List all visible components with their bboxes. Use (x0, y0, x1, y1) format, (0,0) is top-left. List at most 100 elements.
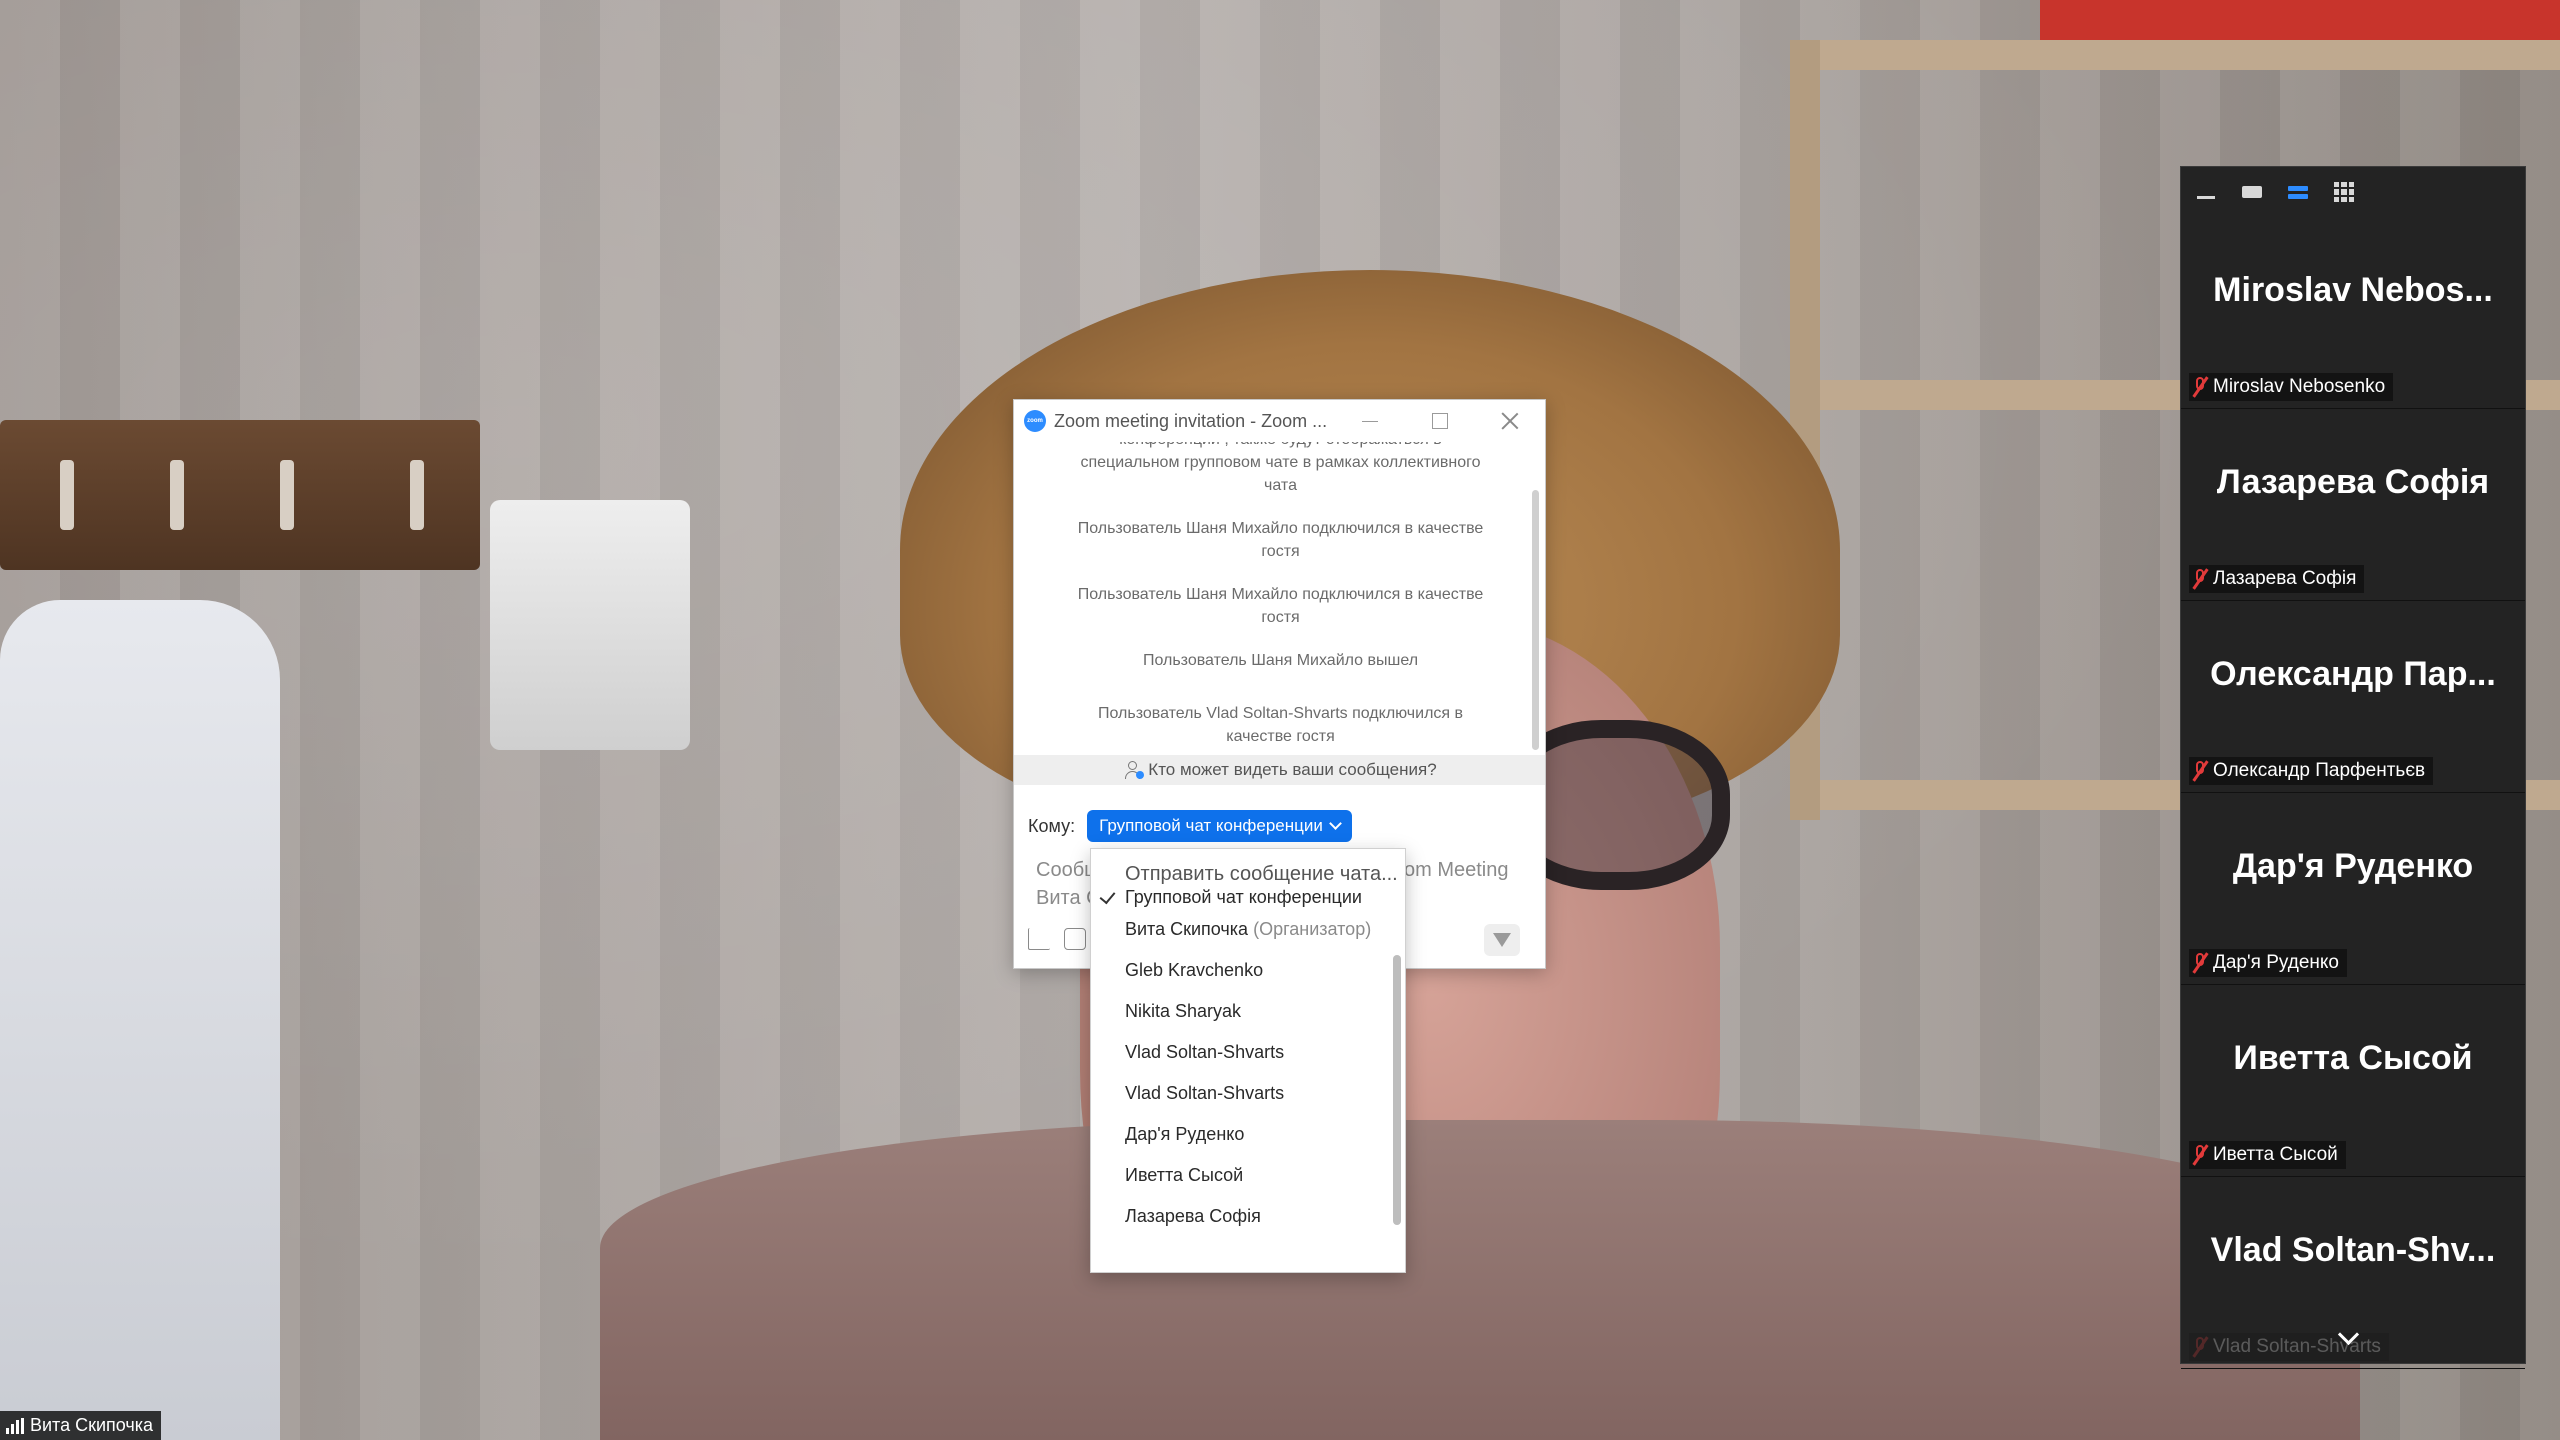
self-view-label: Вита Скипочка (0, 1411, 162, 1440)
participant-strip[interactable]: Miroslav Nebos... Miroslav Nebosenko Лаз… (2180, 166, 2526, 1369)
chevron-down-icon (1328, 817, 1342, 830)
muted-mic-icon (2192, 760, 2209, 782)
participant-tile-name: Лазарева Софія (2216, 463, 2490, 501)
send-button[interactable] (1484, 924, 1520, 956)
white-coat (0, 600, 280, 1440)
muted-mic-icon (2192, 376, 2209, 398)
chat-titlebar[interactable]: zoom Zoom meeting invitation - Zoom ... (1014, 400, 1545, 442)
dropdown-item-label: Групповой чат конференции (1125, 887, 1362, 907)
filmstrip-icon (2242, 186, 2262, 198)
muted-mic-icon (2192, 952, 2209, 974)
maximize-button[interactable] (1405, 400, 1475, 442)
participant-name-label: Miroslav Nebosenko (2189, 373, 2394, 401)
dropdown-item-group-chat[interactable]: Групповой чат конференции (1091, 887, 1405, 909)
hook (60, 460, 74, 530)
dropdown-list[interactable]: Групповой чат конференции Вита Скипочка … (1091, 887, 1405, 1237)
system-message: Пользователь Шаня Михайло вышел (1142, 652, 1419, 669)
dropdown-item[interactable]: Vlad Soltan-Shvarts (1091, 1073, 1405, 1114)
muted-mic-icon (2192, 568, 2209, 590)
dropdown-item-label: Vlad Soltan-Shvarts (1125, 1083, 1285, 1103)
participant-name-label: Лазарева Софія (2189, 565, 2365, 593)
speaker-view-icon (2288, 185, 2308, 199)
participant-tile[interactable]: Лазарева Софія Лазарева Софія (2181, 409, 2525, 601)
participant-label-text: Иветта Сысой (2213, 1144, 2338, 1165)
gallery-view-button[interactable] (2333, 181, 2355, 203)
window-controls (1335, 400, 1545, 442)
dropdown-item-label: Nikita Sharyak (1125, 1001, 1242, 1021)
recipient-dropdown[interactable]: Отправить сообщение чата... Групповой ча… (1090, 848, 1406, 1273)
chat-scrollbar[interactable] (1532, 490, 1539, 750)
hook (410, 460, 424, 530)
who-can-see-text: Кто может видеть ваши сообщения? (1148, 760, 1437, 779)
recipient-select[interactable]: Групповой чат конференции (1087, 810, 1352, 842)
participant-label-text: Miroslav Nebosenko (2213, 376, 2386, 397)
system-message: конференции , также будут отображаться в… (1080, 442, 1481, 494)
role-badge: (Организатор) (1253, 919, 1372, 939)
person-icon (1124, 761, 1145, 779)
format-icon[interactable] (1028, 928, 1050, 950)
jacket (600, 1120, 2360, 1440)
dropdown-item[interactable]: Лазарева Софія (1091, 1196, 1405, 1237)
hide-video-button[interactable] (2195, 181, 2217, 203)
dropdown-item[interactable]: Nikita Sharyak (1091, 991, 1405, 1032)
check-icon (1099, 887, 1116, 905)
minimize-button[interactable] (1335, 400, 1405, 442)
system-message: Пользователь Vlad Soltan-Shvarts подключ… (1097, 705, 1464, 745)
participant-name-label: Иветта Сысой (2189, 1141, 2346, 1169)
dropdown-item-label: Gleb Kravchenko (1125, 960, 1264, 980)
system-message: Пользователь Шаня Михайло подключился в … (1077, 520, 1484, 560)
participant-tile[interactable]: Олександр Пар... Олександр Парфентьєв (2181, 601, 2525, 793)
coat-hook-rack (0, 420, 480, 570)
dropdown-item-label: Дар'я Руденко (1125, 1124, 1245, 1144)
participant-label-text: Дар'я Руденко (2213, 952, 2339, 973)
chat-message-list[interactable]: конференции , также будут отображаться в… (1014, 442, 1545, 754)
participant-tile-name: Дар'я Руденко (2232, 847, 2474, 885)
participant-tile-name: Miroslav Nebos... (2213, 271, 2493, 309)
dropdown-item-label: Vlad Soltan-Shvarts (1125, 1042, 1285, 1062)
wall-cabinet (490, 500, 690, 750)
participant-tile[interactable]: Дар'я Руденко Дар'я Руденко (2181, 793, 2525, 985)
participant-tile-name: Иветта Сысой (2233, 1039, 2473, 1077)
chat-window-title: Zoom meeting invitation - Zoom ... (1054, 410, 1328, 431)
dropdown-item[interactable]: Вита Скипочка (Организатор) (1091, 909, 1405, 950)
chevron-down-icon[interactable] (2337, 1327, 2359, 1349)
maximize-icon (1432, 413, 1448, 429)
muted-mic-icon (2192, 1336, 2209, 1358)
participant-tile-name: Vlad Soltan-Shv... (2210, 1231, 2496, 1269)
close-button[interactable] (1475, 400, 1545, 442)
self-view-name: Вита Скипочка (30, 1415, 154, 1435)
dropdown-item[interactable]: Иветта Сысой (1091, 1155, 1405, 1196)
dropdown-item-label: Иветта Сысой (1125, 1165, 1244, 1185)
who-can-see-messages[interactable]: Кто может видеть ваши сообщения? (1014, 755, 1545, 785)
participant-name-label: Олександр Парфентьєв (2189, 757, 2434, 785)
recipient-row: Кому: Групповой чат конференции (1028, 810, 1352, 842)
participant-tile[interactable]: Иветта Сысой Иветта Сысой (2181, 985, 2525, 1177)
message-input-tail: om Meeting (1404, 859, 1509, 881)
participant-tile[interactable]: Miroslav Nebos... Miroslav Nebosenko (2181, 217, 2525, 409)
chat-tools (1028, 928, 1086, 950)
recipient-label: Кому: (1028, 815, 1076, 836)
muted-mic-icon (2192, 1144, 2209, 1166)
dropdown-scrollbar[interactable] (1393, 955, 1401, 1225)
participant-label-text: Лазарева Софія (2213, 568, 2357, 589)
participant-label-text: Олександр Парфентьєв (2213, 760, 2426, 781)
hook (170, 460, 184, 530)
dropdown-item-label: Лазарева Софія (1125, 1206, 1261, 1226)
gallery-view-icon (2334, 182, 2354, 202)
dropdown-item[interactable]: Vlad Soltan-Shvarts (1091, 1032, 1405, 1073)
close-icon (1501, 412, 1519, 430)
dropdown-item-label: Вита Скипочка (1125, 919, 1249, 939)
minimize-strip-button[interactable] (2241, 181, 2263, 203)
system-message: Пользователь Шаня Михайло подключился в … (1077, 586, 1484, 626)
dropdown-item[interactable]: Дар'я Руденко (1091, 1114, 1405, 1155)
participant-tile-name: Олександр Пар... (2210, 655, 2496, 693)
speaker-view-button[interactable] (2287, 181, 2309, 203)
screenshot-icon[interactable] (1064, 928, 1086, 950)
hook (280, 460, 294, 530)
minimize-icon (1362, 420, 1378, 422)
minus-icon (2197, 195, 2215, 199)
send-icon (1493, 933, 1511, 947)
zoom-logo-icon: zoom (1024, 410, 1046, 432)
dropdown-item[interactable]: Gleb Kravchenko (1091, 950, 1405, 991)
shelf-board (1790, 40, 2560, 70)
